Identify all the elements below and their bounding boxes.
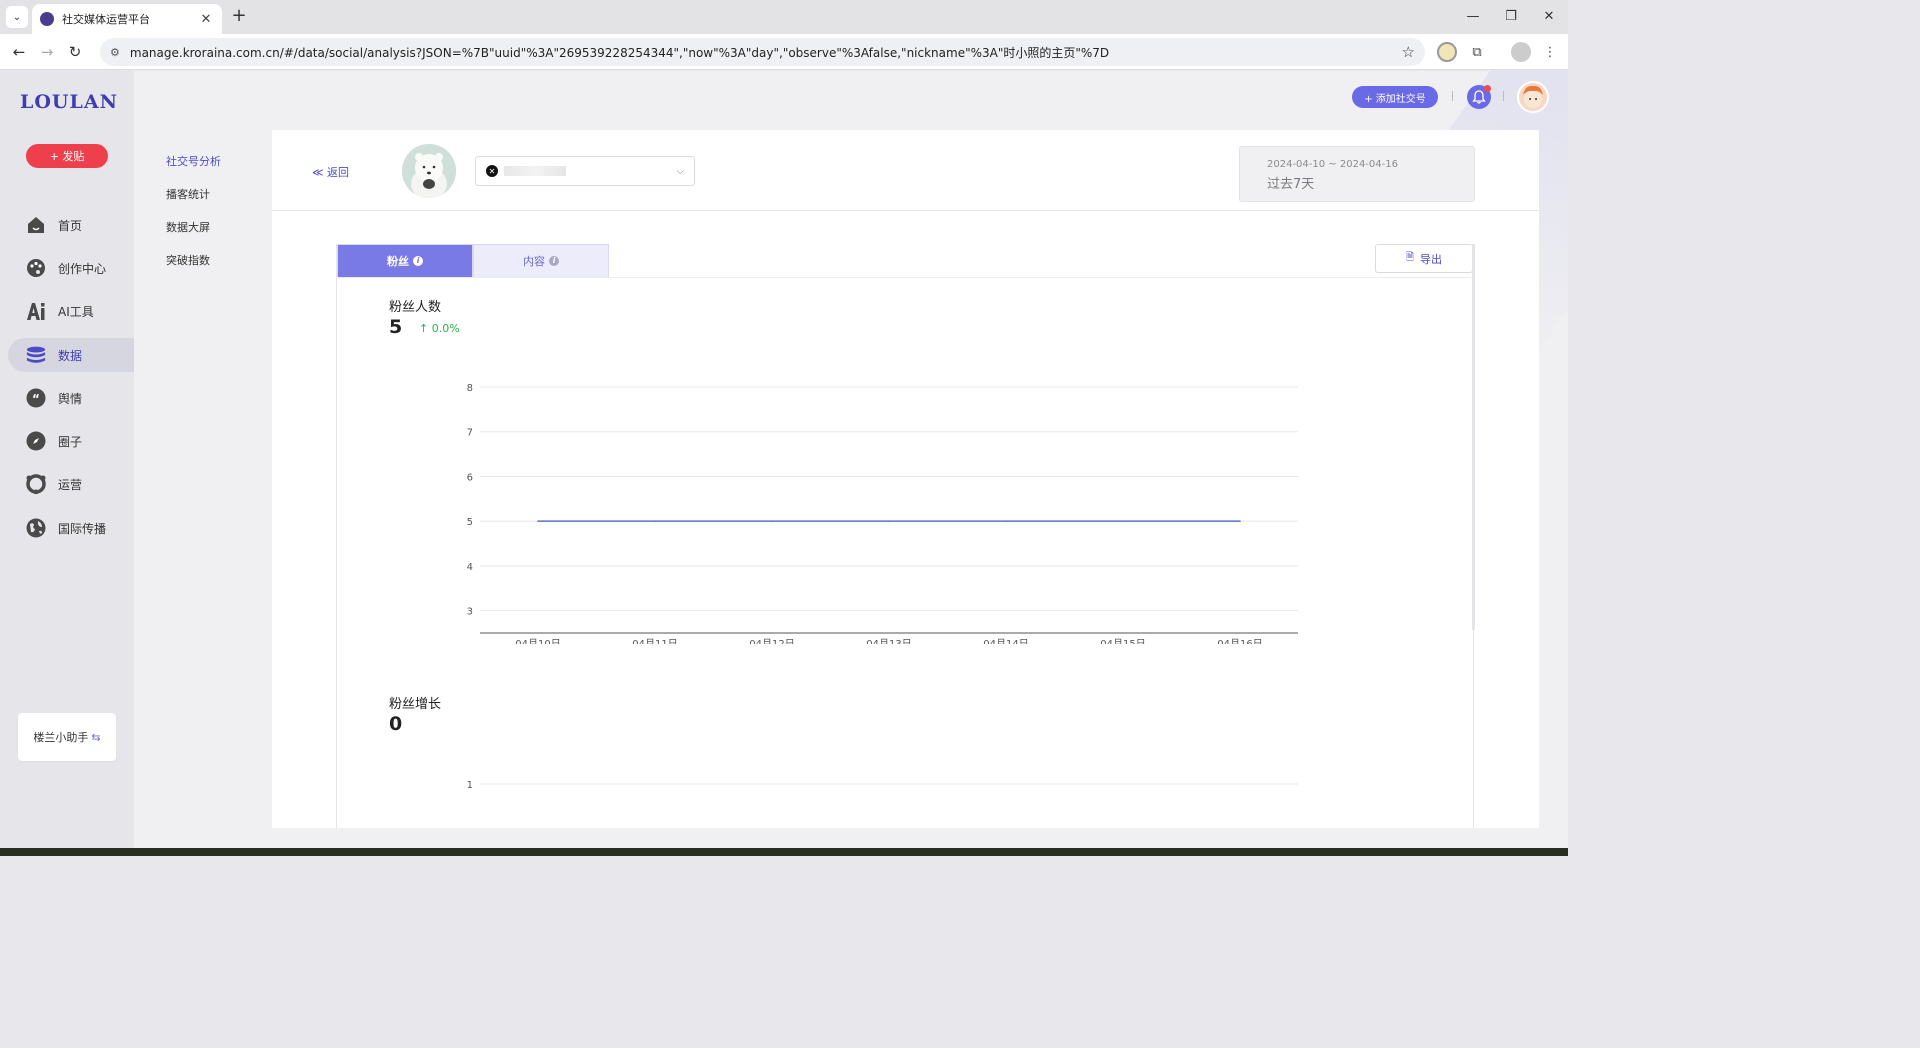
sidebar-item-label: 舆情: [58, 391, 83, 406]
x-platform-icon: ✕: [486, 165, 498, 177]
sidebar-item-circle[interactable]: 圈子: [8, 424, 134, 458]
sidebar-item-label: 首页: [58, 218, 83, 233]
restore-icon[interactable]: ❐: [1492, 0, 1530, 32]
subnav-breakthrough-index[interactable]: 突破指数: [166, 252, 221, 285]
sidebar-item-data[interactable]: 数据: [8, 338, 134, 372]
ai-icon: [26, 301, 46, 321]
date-range-picker[interactable]: 2024-04-10 ~ 2024-04-16 过去7天: [1239, 146, 1475, 202]
new-tab-button[interactable]: +: [228, 6, 250, 28]
sidebar-item-label: 数据: [58, 348, 83, 363]
palette-icon: [26, 258, 46, 278]
extension-icon[interactable]: [1437, 42, 1457, 62]
sidebar-item-label: 国际传播: [58, 521, 107, 536]
account-avatar: [402, 144, 456, 198]
sidebar-item-label: 圈子: [58, 434, 83, 449]
forward-arrow-icon[interactable]: →: [36, 41, 58, 63]
sidebar-item-sentiment[interactable]: “ 舆情: [8, 381, 134, 415]
divider: [1503, 91, 1504, 101]
chevron-down-icon: ⌵: [676, 165, 684, 177]
assistant-button[interactable]: 楼兰小助手 ⇆: [18, 713, 116, 761]
omnibox[interactable]: ⚙ manage.kroraina.com.cn/#/data/social/a…: [100, 38, 1425, 66]
subnav-podcast-stats[interactable]: 播客统计: [166, 186, 221, 219]
sidebar: LOULAN + 发贴 首页 创作中心 AI工具 数据 “ 舆情 圈子 运营 国…: [0, 71, 134, 848]
assistant-label: 楼兰小助手: [33, 731, 89, 744]
header-actions: + 添加社交号: [0, 81, 1568, 113]
app: LOULAN + 发贴 首页 创作中心 AI工具 数据 “ 舆情 圈子 运营 国…: [0, 71, 1568, 848]
minimize-icon[interactable]: —: [1454, 0, 1492, 32]
add-social-account-button[interactable]: + 添加社交号: [1352, 86, 1438, 108]
back-link[interactable]: ≪ 返回: [312, 164, 349, 180]
globe-icon: [26, 518, 46, 538]
sidebar-item-label: AI工具: [58, 304, 94, 319]
divider: [1452, 91, 1453, 101]
date-range-text: 2024-04-10 ~ 2024-04-16: [1267, 159, 1398, 170]
sidebar-item-creation[interactable]: 创作中心: [8, 251, 134, 285]
extensions-puzzle-icon[interactable]: ⧉: [1467, 42, 1487, 62]
date-range-label: 过去7天: [1267, 177, 1315, 192]
browser-tab-bar: ⌄ 社交媒体运营平台 ✕ + — ❐ ✕: [0, 0, 1568, 34]
sidebar-item-label: 创作中心: [58, 261, 107, 276]
subnav-data-screen[interactable]: 数据大屏: [166, 219, 221, 252]
notification-dot: [1484, 85, 1491, 92]
close-tab-icon[interactable]: ✕: [198, 12, 214, 27]
y-tick-label: 1: [467, 780, 473, 791]
account-name-redacted: [504, 166, 566, 176]
menu-dots-icon[interactable]: ⋮: [1540, 42, 1560, 62]
site-info-icon[interactable]: ⚙: [110, 46, 120, 59]
taskbar: [0, 848, 1568, 856]
analysis-card: ≪ 返回 ✕ ⌵ 2024-04-10 ~ 2024-04-16 过去7天 粉丝…: [272, 130, 1539, 828]
subnav-social-analysis[interactable]: 社交号分析: [166, 153, 221, 186]
window-controls: — ❐ ✕: [1454, 0, 1568, 34]
fans-growth-chart: 1: [467, 780, 1298, 791]
bookmark-star-icon[interactable]: ☆: [1402, 43, 1415, 61]
url-text[interactable]: manage.kroraina.com.cn/#/data/social/ana…: [130, 44, 1394, 61]
address-bar: ← → ↻ ⚙ manage.kroraina.com.cn/#/data/so…: [0, 34, 1568, 70]
post-button[interactable]: + 发贴: [26, 144, 108, 168]
compass-icon: [26, 431, 46, 451]
sidebar-item-home[interactable]: 首页: [8, 208, 134, 242]
metrics-panel: 粉丝i 内容i 🗎 导出 粉丝人数 5 ↑ 0.0% 34567804月10日0…: [336, 244, 1475, 828]
svg-text:“: “: [32, 392, 40, 406]
sidebar-item-ai-tools[interactable]: AI工具: [8, 294, 134, 328]
sidebar-item-label: 运营: [58, 477, 83, 492]
browser-tab[interactable]: 社交媒体运营平台 ✕: [32, 4, 222, 34]
sidebar-item-international[interactable]: 国际传播: [8, 511, 134, 545]
tab-list-chevron-icon[interactable]: ⌄: [6, 6, 28, 28]
reload-icon[interactable]: ↻: [64, 41, 86, 63]
profile-icon[interactable]: [1511, 42, 1531, 62]
favicon-icon: [40, 12, 54, 26]
account-select[interactable]: ✕ ⌵: [475, 156, 695, 186]
card-header: ≪ 返回 ✕ ⌵ 2024-04-10 ~ 2024-04-16 过去7天: [272, 130, 1539, 211]
quote-icon: “: [26, 388, 46, 408]
back-arrow-icon[interactable]: ←: [8, 41, 30, 63]
home-icon: [26, 215, 46, 235]
sub-navigation: 社交号分析 播客统计 数据大屏 突破指数: [166, 153, 221, 285]
sidebar-item-operations[interactable]: 运营: [8, 467, 134, 501]
close-window-icon[interactable]: ✕: [1530, 0, 1568, 32]
database-icon: [26, 345, 46, 365]
shield-icon: [26, 474, 46, 494]
user-avatar[interactable]: [1517, 81, 1549, 113]
swap-icon: ⇆: [91, 730, 101, 744]
tab-title: 社交媒体运营平台: [62, 13, 150, 26]
